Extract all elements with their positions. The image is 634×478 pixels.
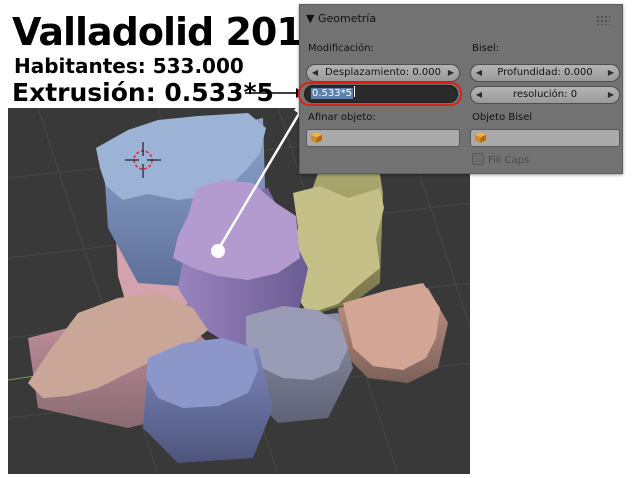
decrement-arrow-icon[interactable]: ◀ bbox=[474, 65, 484, 81]
fill-caps-label: Fill Caps bbox=[488, 155, 530, 166]
offset-field[interactable]: ◀ Desplazamiento: 0.000 ▶ bbox=[306, 64, 460, 82]
checkbox-box[interactable] bbox=[472, 153, 484, 165]
increment-arrow-icon[interactable]: ▶ bbox=[606, 87, 616, 103]
offset-field-value: Desplazamiento: 0.000 bbox=[325, 67, 441, 78]
decrement-arrow-icon[interactable]: ◀ bbox=[310, 65, 320, 81]
resolution-field-value: resolución: 0 bbox=[512, 89, 578, 100]
region-olive bbox=[291, 163, 384, 314]
increment-arrow-icon[interactable]: ▶ bbox=[446, 65, 456, 81]
annotation-population: Habitantes: 533.000 bbox=[14, 54, 244, 78]
panel-title: Geometría bbox=[317, 12, 377, 25]
collapse-triangle-icon[interactable]: ▼ bbox=[306, 12, 314, 25]
bevel-object-label: Objeto Bisel bbox=[472, 112, 533, 123]
region-indigo bbox=[143, 338, 273, 463]
annotation-title: Valladolid 2010 bbox=[12, 10, 328, 54]
depth-field-value: Profundidad: 0.000 bbox=[497, 67, 593, 78]
drag-handle-icon[interactable] bbox=[596, 15, 610, 25]
object-cube-icon bbox=[475, 132, 486, 143]
bevel-label: Bisel: bbox=[472, 43, 500, 54]
resolution-field[interactable]: ◀ resolución: 0 ▶ bbox=[470, 86, 620, 104]
decrement-arrow-icon[interactable]: ◀ bbox=[474, 87, 484, 103]
annotation-extrusion: Extrusión: 0.533*5 bbox=[12, 78, 274, 107]
fill-caps-checkbox[interactable]: Fill Caps bbox=[472, 153, 529, 166]
depth-field[interactable]: ◀ Profundidad: 0.000 ▶ bbox=[470, 64, 620, 82]
taper-object-field[interactable] bbox=[306, 129, 460, 147]
modification-label: Modificación: bbox=[308, 43, 374, 54]
increment-arrow-icon[interactable]: ▶ bbox=[606, 65, 616, 81]
bevel-object-field[interactable] bbox=[470, 129, 620, 147]
panel-header[interactable]: ▼ Geometría bbox=[306, 11, 376, 27]
taper-label: Afinar objeto: bbox=[308, 112, 376, 123]
extrude-input-highlight bbox=[298, 82, 462, 106]
object-cube-icon bbox=[311, 132, 322, 143]
